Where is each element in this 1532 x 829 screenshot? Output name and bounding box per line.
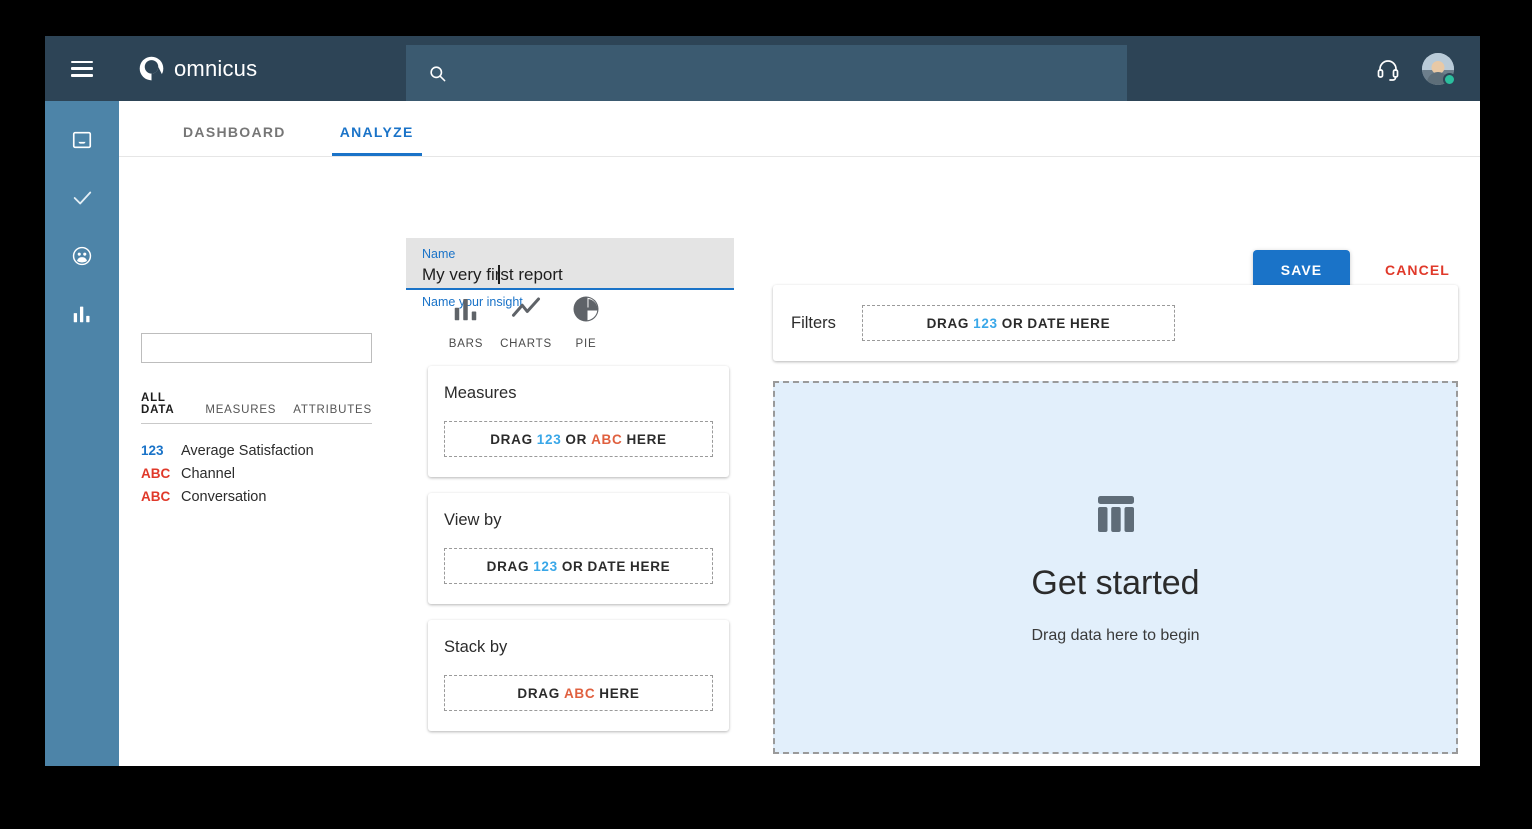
- filters-card: Filters DRAG 123 OR DATE HERE: [773, 285, 1458, 361]
- filters-dropzone[interactable]: DRAG 123 OR DATE HERE: [861, 305, 1175, 341]
- field-type-badge: 123: [141, 442, 164, 458]
- drop-token-text: ABC: [563, 685, 596, 701]
- brand-logo[interactable]: omnicus: [138, 55, 257, 82]
- search-icon: [430, 65, 446, 81]
- viz-type-pie[interactable]: PIE: [556, 289, 616, 350]
- inbox-icon: [72, 131, 92, 149]
- omnicus-logo-icon: [139, 56, 164, 81]
- viz-type-label: BARS: [448, 338, 484, 350]
- viz-type-label: PIE: [575, 338, 597, 350]
- tab-analyze[interactable]: ANALYZE: [331, 124, 422, 156]
- drop-token-date: DATE: [1027, 315, 1066, 331]
- left-nav-rail: [45, 101, 119, 766]
- brand-name: omnicus: [174, 55, 258, 81]
- data-tab-attributes[interactable]: ATTRIBUTES: [293, 404, 372, 416]
- headset-icon[interactable]: [1376, 57, 1400, 81]
- table-grid-icon: [1097, 496, 1134, 532]
- field-type-badge: ABC: [141, 488, 171, 504]
- sidebar-item-tasks[interactable]: [61, 177, 103, 219]
- top-header: omnicus: [45, 36, 1480, 101]
- sidebar-item-inbox[interactable]: [61, 119, 103, 161]
- page-title: Get started: [1031, 564, 1200, 602]
- drop-prefix: DRAG: [517, 685, 560, 701]
- shelf-view-by: View by DRAG 123 OR DATE HERE: [428, 493, 729, 604]
- drop-middle: OR: [561, 558, 584, 574]
- data-tab-all-data[interactable]: ALL DATA: [141, 392, 188, 416]
- field-name: Conversation: [181, 488, 267, 505]
- viz-type-bars[interactable]: BARS: [436, 289, 496, 350]
- list-item[interactable]: ABC Conversation: [141, 485, 384, 508]
- shelf-title: View by: [444, 511, 502, 529]
- sidebar-item-contacts[interactable]: [61, 235, 103, 277]
- drop-suffix: HERE: [626, 431, 667, 447]
- shelf-measures: Measures DRAG 123 OR ABC HERE: [428, 366, 729, 477]
- drop-token-date: DATE: [587, 558, 627, 574]
- filters-label: Filters: [791, 313, 836, 332]
- hamburger-menu-icon[interactable]: [71, 60, 93, 77]
- list-item[interactable]: ABC Channel: [141, 462, 384, 485]
- drop-suffix: HERE: [599, 685, 640, 701]
- main-content: DASHBOARD ANALYZE Name My very first rep…: [119, 101, 1480, 766]
- drop-token-text: ABC: [591, 431, 623, 447]
- view-by-dropzone[interactable]: DRAG 123 OR DATE HERE: [444, 548, 713, 584]
- data-tab-measures[interactable]: MEASURES: [205, 404, 276, 416]
- sidebar-item-analytics[interactable]: [61, 293, 103, 335]
- chart-builder-panel: BARS CHARTS PIE Measures DRAG 123 OR ABC…: [406, 277, 751, 766]
- measures-dropzone[interactable]: DRAG 123 OR ABC HERE: [444, 421, 713, 457]
- app-window: omnicus DASHBOARD ANALYZE Name My very f…: [45, 36, 1480, 766]
- data-field-list: 123 Average Satisfaction ABC Channel ABC…: [141, 439, 384, 508]
- check-icon: [73, 191, 92, 205]
- status-badge: [1443, 72, 1456, 86]
- report-name-label: Name: [422, 247, 456, 261]
- drop-token-number: 123: [973, 315, 998, 331]
- user-avatar[interactable]: [1422, 52, 1456, 86]
- drop-middle: OR: [1001, 315, 1024, 331]
- drop-suffix: HERE: [630, 558, 671, 574]
- viz-type-selector: BARS CHARTS PIE: [428, 289, 729, 350]
- canvas-subtitle: Drag data here to begin: [1031, 627, 1200, 644]
- list-item[interactable]: 123 Average Satisfaction: [141, 439, 384, 462]
- line-chart-icon: [512, 297, 540, 317]
- tab-dashboard[interactable]: DASHBOARD: [175, 124, 294, 156]
- bar-chart-icon: [73, 306, 90, 323]
- field-name: Channel: [181, 465, 236, 482]
- report-header-row: Name My very first report Name your insi…: [119, 157, 1480, 309]
- drop-suffix: HERE: [1069, 315, 1111, 331]
- bar-chart-icon: [454, 299, 477, 321]
- data-panel-tabs: ALL DATA MEASURES ATTRIBUTES: [141, 392, 372, 424]
- drop-token-number: 123: [533, 558, 558, 574]
- search-input[interactable]: [461, 64, 1111, 82]
- shelf-title: Measures: [444, 384, 517, 402]
- drop-middle: OR: [565, 431, 588, 447]
- drop-prefix: DRAG: [926, 315, 970, 331]
- pie-chart-icon: [573, 296, 599, 322]
- viz-type-charts[interactable]: CHARTS: [496, 289, 556, 350]
- shelf-stack-by: Stack by DRAG ABC HERE: [428, 620, 729, 731]
- data-panel: ALL DATA MEASURES ATTRIBUTES 123 Average…: [119, 277, 406, 766]
- preview-panel: Filters DRAG 123 OR DATE HERE Get starte…: [751, 277, 1480, 766]
- field-type-badge: ABC: [141, 465, 171, 481]
- header-actions: [1376, 36, 1456, 101]
- shelf-title: Stack by: [444, 638, 508, 656]
- people-icon: [72, 246, 92, 266]
- drop-prefix: DRAG: [490, 431, 533, 447]
- data-search-input[interactable]: [141, 333, 372, 363]
- chart-canvas-dropzone[interactable]: Get started Drag data here to begin: [773, 381, 1458, 754]
- field-name: Average Satisfaction: [181, 442, 314, 459]
- drop-prefix: DRAG: [486, 558, 530, 574]
- view-tabs: DASHBOARD ANALYZE: [119, 101, 1480, 157]
- stack-by-dropzone[interactable]: DRAG ABC HERE: [444, 675, 713, 711]
- drop-token-number: 123: [536, 431, 562, 447]
- viz-type-label: CHARTS: [500, 338, 552, 350]
- global-search[interactable]: [406, 45, 1127, 101]
